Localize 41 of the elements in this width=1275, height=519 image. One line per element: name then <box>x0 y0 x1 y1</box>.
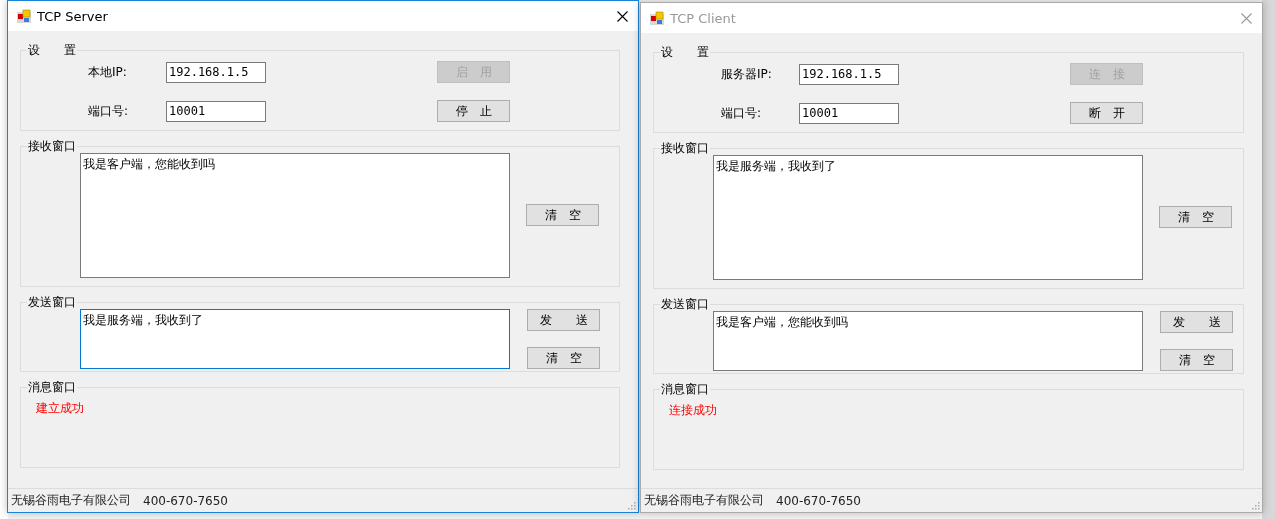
action-button[interactable]: 发 送 <box>1160 311 1233 333</box>
send-text-area[interactable]: 我是客户端，您能收到吗 <box>713 311 1143 371</box>
clear-button[interactable]: 清 空 <box>526 204 599 226</box>
input-field[interactable]: 10001 <box>166 100 266 122</box>
company-name: 无锡谷雨电子有限公司 <box>644 492 764 509</box>
group-title: 消息窗口 <box>27 380 77 394</box>
phone-number: 400-670-7650 <box>143 493 228 508</box>
window-title: TCP Server <box>37 8 109 24</box>
status-message: 连接成功 <box>669 402 717 419</box>
app-icon <box>650 11 664 25</box>
clear-button[interactable]: 清 空 <box>1159 206 1232 228</box>
input-field[interactable]: 192.168.1.5 <box>799 63 899 85</box>
window-title: TCP Client <box>670 10 737 26</box>
field-label: 端口号: <box>721 104 763 122</box>
group-title: 发送窗口 <box>27 295 77 309</box>
receive-text-area[interactable]: 我是服务端，我收到了 <box>713 155 1143 280</box>
group-title: 消息窗口 <box>660 382 710 396</box>
phone-number: 400-670-7650 <box>776 493 861 508</box>
action-button[interactable]: 停 止 <box>437 100 510 122</box>
status-message: 建立成功 <box>36 400 84 417</box>
group-title: 接收窗口 <box>660 141 710 155</box>
group-title: 设 置 <box>660 45 710 59</box>
resize-grip-icon[interactable] <box>1250 500 1260 510</box>
company-name: 无锡谷雨电子有限公司 <box>11 492 131 509</box>
resize-grip-icon[interactable] <box>626 500 636 510</box>
field-label: 端口号: <box>88 102 130 120</box>
app-icon <box>17 9 31 23</box>
receive-text-area[interactable]: 我是客户端，您能收到吗 <box>80 153 510 278</box>
input-field[interactable]: 10001 <box>799 102 899 124</box>
action-button[interactable]: 清 空 <box>527 347 600 369</box>
group-title: 发送窗口 <box>660 297 710 311</box>
input-field[interactable]: 192.168.1.5 <box>166 61 266 83</box>
field-label: 本地IP: <box>88 63 128 81</box>
close-icon[interactable] <box>617 10 628 22</box>
send-text-area[interactable]: 我是服务端，我收到了 <box>80 309 510 369</box>
action-button[interactable]: 清 空 <box>1160 349 1233 371</box>
group-title: 设 置 <box>27 43 77 57</box>
field-label: 服务器IP: <box>721 65 773 83</box>
action-button[interactable]: 断 开 <box>1070 102 1143 124</box>
action-button[interactable]: 发 送 <box>527 309 600 331</box>
group-title: 接收窗口 <box>27 139 77 153</box>
